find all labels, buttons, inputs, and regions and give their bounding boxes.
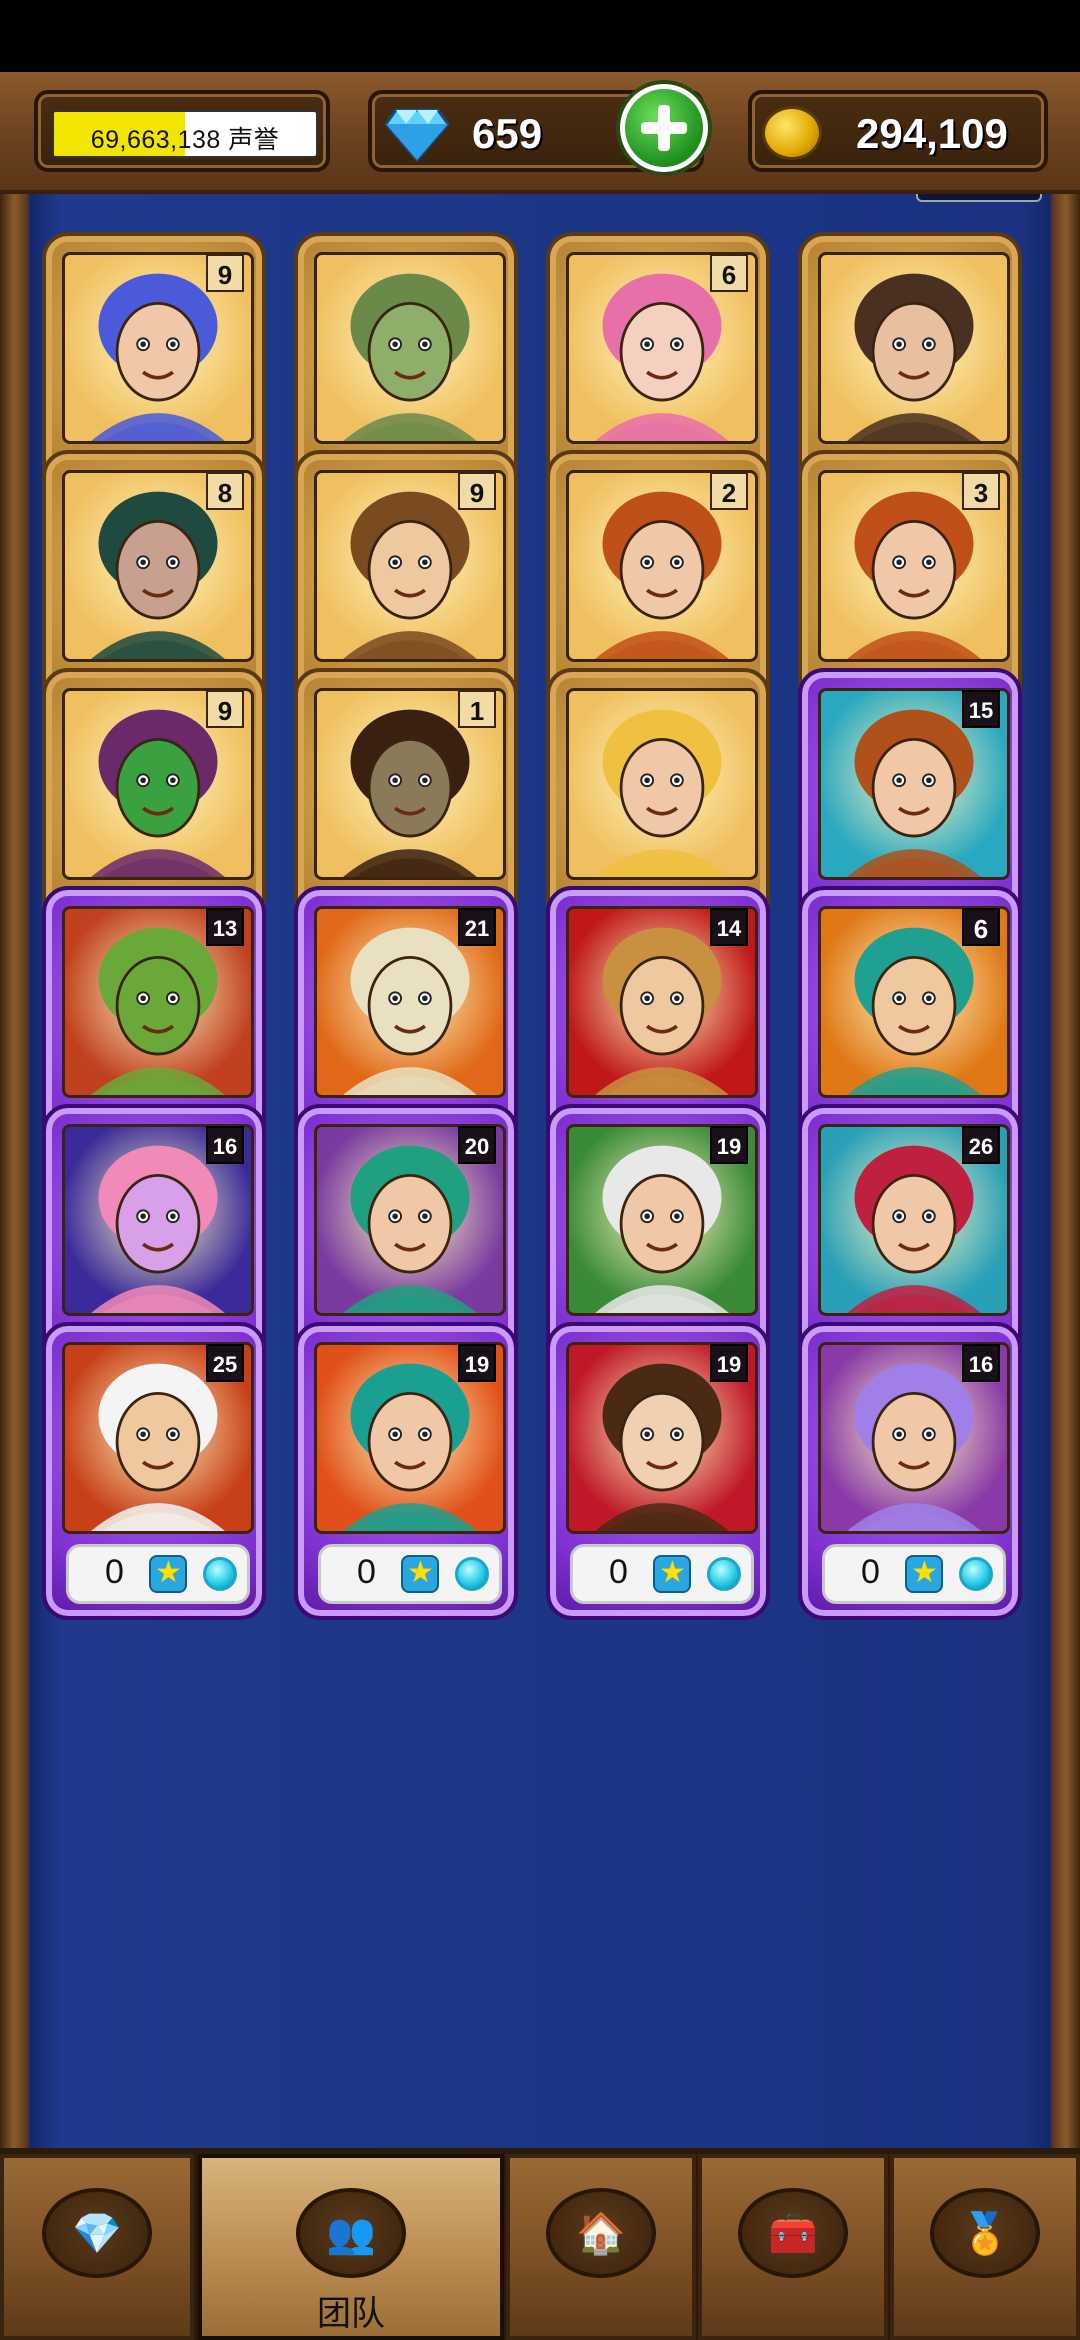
hero-star-bar: 0 — [318, 1544, 502, 1604]
hero-star-count: 0 — [357, 1553, 376, 1591]
star-icon — [401, 1555, 439, 1593]
hero-level-badge: 9 — [206, 690, 244, 728]
hero-card[interactable]: 25 0 — [42, 1322, 266, 1620]
team-grid: 9 6 8 9 2 3 9 1 15 ★ 13 ★ 21 ★ 14 ★ 6 ★ … — [0, 194, 1080, 2148]
hero-level-badge: 16 — [206, 1126, 244, 1164]
reputation-progress: 69,663,138 声誉 — [52, 110, 318, 158]
hero-face-icon — [847, 273, 981, 441]
scroll-indicator — [916, 194, 1042, 202]
hero-level-badge: 8 — [206, 472, 244, 510]
hero-level-badge: 19 — [458, 1344, 496, 1382]
add-gems-button[interactable] — [620, 84, 708, 172]
hero-level-badge: 15 — [962, 690, 1000, 728]
hero-level-badge: 13 — [206, 908, 244, 946]
hero-star-bar: 0 — [822, 1544, 1006, 1604]
chest-icon: 🧰 — [768, 2212, 818, 2256]
nav-icon-frame: 💎 — [42, 2188, 152, 2278]
hero-level-badge: 3 — [962, 472, 1000, 510]
nav-label: 团队 — [317, 2295, 385, 2333]
orb-available-icon — [455, 1557, 489, 1591]
hero-level-badge: 2 — [710, 472, 748, 510]
hero-face-icon — [343, 273, 477, 441]
hero-level-badge: 26 — [962, 1126, 1000, 1164]
hero-card[interactable]: 19 0 — [294, 1322, 518, 1620]
hero-portrait — [566, 688, 758, 880]
hero-level-badge: 21 — [458, 908, 496, 946]
diamond-icon: 💎 — [72, 2212, 122, 2256]
house-icon: 🏠 — [576, 2212, 626, 2256]
coins-value: 294,109 — [856, 110, 1008, 157]
nav-icon-frame: 👥 — [296, 2188, 406, 2278]
hero-level-badge: 1 — [458, 690, 496, 728]
hero-star-bar: 0 — [66, 1544, 250, 1604]
hero-level-badge: 16 — [962, 1344, 1000, 1382]
orb-available-icon — [707, 1557, 741, 1591]
hero-card[interactable]: 16 0 — [798, 1322, 1022, 1620]
hero-level-badge: 9 — [458, 472, 496, 510]
hero-level-badge: 9 — [206, 254, 244, 292]
nav-medal[interactable]: 🏅 — [890, 2154, 1080, 2340]
star-icon — [653, 1555, 691, 1593]
coin-icon — [762, 106, 822, 160]
hero-level-badge: 14 — [710, 908, 748, 946]
status-bar — [0, 0, 1080, 72]
team-icon: 👥 — [326, 2212, 376, 2256]
medal-icon: 🏅 — [960, 2212, 1010, 2256]
hero-star-count: 0 — [609, 1553, 628, 1591]
nav-chest[interactable]: 🧰 — [698, 2154, 888, 2340]
hero-level-badge: 6 — [710, 254, 748, 292]
star-icon — [905, 1555, 943, 1593]
hero-star-count: 0 — [105, 1553, 124, 1591]
hero-level-badge: 19 — [710, 1344, 748, 1382]
orb-available-icon — [959, 1557, 993, 1591]
nav-team[interactable]: 👥 团队 — [198, 2154, 504, 2340]
nav-house[interactable]: 🏠 — [506, 2154, 696, 2340]
hero-level-badge: 20 — [458, 1126, 496, 1164]
hero-level-badge: 19 — [710, 1126, 748, 1164]
nav-icon-frame: 🏅 — [930, 2188, 1040, 2278]
hero-level-badge: 25 — [206, 1344, 244, 1382]
nav-icon-frame: 🧰 — [738, 2188, 848, 2278]
orb-available-icon — [203, 1557, 237, 1591]
hero-level-badge: 6 — [962, 908, 1000, 946]
resource-bar: 69,663,138 声誉 659 294,109 — [0, 72, 1080, 194]
hero-face-icon — [595, 709, 729, 877]
gems-value: 659 — [472, 110, 543, 157]
reputation-label: 声誉 — [228, 126, 280, 154]
bottom-navigation: 💎 👥 团队 🏠 🧰 🏅 — [0, 2148, 1080, 2340]
coins-panel[interactable]: 294,109 — [748, 90, 1048, 172]
reputation-text: 69,663,138 声誉 — [54, 120, 316, 156]
hero-portrait — [818, 252, 1010, 444]
diamond-icon — [384, 108, 450, 163]
nav-icon-frame: 🏠 — [546, 2188, 656, 2278]
hero-portrait — [314, 252, 506, 444]
hero-star-bar: 0 — [570, 1544, 754, 1604]
reputation-value: 69,663,138 — [90, 126, 221, 154]
star-icon — [149, 1555, 187, 1593]
hero-card[interactable]: 19 0 — [546, 1322, 770, 1620]
nav-diamond[interactable]: 💎 — [0, 2154, 194, 2340]
reputation-panel[interactable]: 69,663,138 声誉 — [34, 90, 330, 172]
hero-star-count: 0 — [861, 1553, 880, 1591]
